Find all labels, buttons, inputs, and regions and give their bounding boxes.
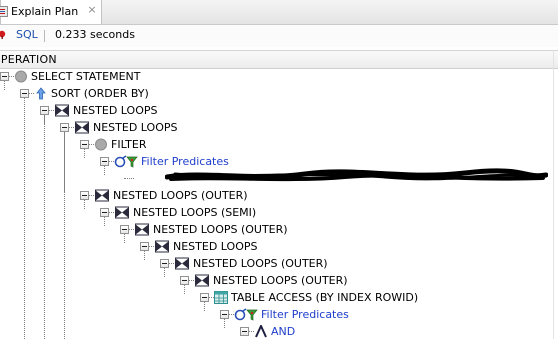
pin-icon[interactable] bbox=[0, 30, 7, 39]
tree-expander[interactable] bbox=[80, 140, 89, 149]
tab-strip: Explain Plan × bbox=[0, 0, 558, 25]
tree-expander[interactable] bbox=[0, 72, 9, 81]
plan-node-label[interactable]: NESTED LOOPS (SEMI) bbox=[133, 206, 256, 219]
tree-guide bbox=[224, 319, 225, 328]
plan-node-label[interactable]: NESTED LOOPS (OUTER) bbox=[193, 257, 328, 270]
sql-link[interactable]: SQL bbox=[16, 28, 38, 41]
filter-predicates-icon bbox=[234, 308, 258, 321]
filter-predicates-icon bbox=[114, 155, 138, 168]
tree-guide bbox=[104, 217, 105, 226]
tree-expander[interactable] bbox=[80, 191, 89, 200]
tree-expander[interactable] bbox=[100, 157, 109, 166]
filter-icon bbox=[95, 138, 107, 151]
explain-plan-tree: SELECT STATEMENT SORT (ORDER BY) NESTED LO… bbox=[0, 68, 558, 339]
plan-node-label[interactable]: TABLE ACCESS (BY INDEX ROWID) bbox=[231, 291, 418, 304]
tree-expander[interactable] bbox=[240, 327, 249, 336]
tree-guide bbox=[204, 302, 205, 311]
tree-guide bbox=[144, 251, 145, 260]
tree-guide bbox=[84, 149, 85, 158]
plan-node-label[interactable]: Filter Predicates bbox=[141, 155, 229, 168]
tree-expander[interactable] bbox=[40, 106, 49, 115]
tree-expander[interactable] bbox=[200, 293, 209, 302]
tree-connector bbox=[124, 178, 134, 179]
tree-expander[interactable] bbox=[220, 310, 229, 319]
plan-node-label[interactable]: NESTED LOOPS (OUTER) bbox=[113, 189, 248, 202]
nested-loops-icon bbox=[75, 121, 89, 134]
nested-loops-icon bbox=[135, 223, 149, 236]
plan-node-label[interactable]: AND bbox=[271, 325, 295, 338]
tree-guide bbox=[104, 166, 105, 175]
redacted-scribble bbox=[165, 168, 548, 182]
plan-node-label[interactable]: Filter Predicates bbox=[261, 308, 349, 321]
tree-expander[interactable] bbox=[140, 242, 149, 251]
nested-loops-icon bbox=[115, 206, 129, 219]
nested-loops-icon bbox=[195, 274, 209, 287]
and-icon bbox=[255, 325, 267, 338]
toolbar: SQL 0.233 seconds bbox=[0, 25, 558, 47]
plan-node-label[interactable]: NESTED LOOPS (OUTER) bbox=[213, 274, 348, 287]
tab-explain-plan[interactable]: Explain Plan × bbox=[0, 0, 102, 24]
tree-guide bbox=[84, 200, 85, 209]
tree-guide bbox=[124, 234, 125, 243]
plan-node-label[interactable]: NESTED LOOPS bbox=[173, 240, 257, 253]
plan-node-label[interactable]: SELECT STATEMENT bbox=[31, 70, 140, 83]
nested-loops-icon bbox=[55, 104, 69, 117]
nested-loops-icon bbox=[175, 257, 189, 270]
sort-icon bbox=[36, 87, 46, 100]
plan-node-label[interactable]: NESTED LOOPS (OUTER) bbox=[153, 223, 288, 236]
tree-guide bbox=[64, 132, 65, 339]
nested-loops-icon bbox=[155, 240, 169, 253]
close-icon[interactable]: × bbox=[85, 3, 99, 17]
tree-guide bbox=[24, 98, 25, 339]
table-access-icon bbox=[214, 291, 228, 304]
tree-guide bbox=[44, 115, 45, 339]
plan-node-label[interactable]: NESTED LOOPS bbox=[73, 104, 157, 117]
nested-loops-icon bbox=[95, 189, 109, 202]
tree-guide bbox=[4, 81, 5, 90]
plan-node-label[interactable]: SORT (ORDER BY) bbox=[51, 87, 149, 100]
explain-plan-icon bbox=[0, 6, 8, 17]
tree-expander[interactable] bbox=[160, 259, 169, 268]
elapsed-time: 0.233 seconds bbox=[55, 28, 135, 41]
tree-expander[interactable] bbox=[180, 276, 189, 285]
toolbar-separator bbox=[44, 30, 45, 42]
tree-guide bbox=[164, 268, 165, 277]
statement-icon bbox=[15, 70, 27, 83]
plan-node-label[interactable]: FILTER bbox=[111, 138, 147, 151]
tab-title: Explain Plan bbox=[11, 5, 79, 18]
tree-expander[interactable] bbox=[20, 89, 29, 98]
tree-expander[interactable] bbox=[100, 208, 109, 217]
plan-node-label[interactable]: NESTED LOOPS bbox=[93, 121, 177, 134]
column-header-bar: OPERATION bbox=[0, 50, 558, 69]
tree-expander[interactable] bbox=[120, 225, 129, 234]
tree-guide bbox=[184, 285, 185, 294]
tree-expander[interactable] bbox=[60, 123, 69, 132]
operation-column-header[interactable]: OPERATION bbox=[0, 53, 57, 66]
